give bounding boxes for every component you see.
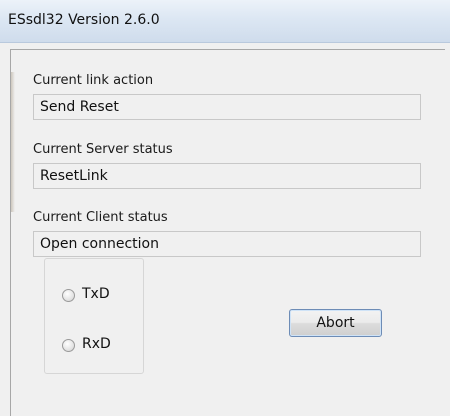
- client-status-value: Open connection: [40, 236, 159, 252]
- link-action-value: Send Reset: [40, 99, 119, 115]
- server-status-label: Current Server status: [33, 142, 173, 157]
- rxd-label: RxD: [82, 336, 111, 352]
- txd-radio[interactable]: TxD: [62, 286, 142, 306]
- dialog-client-area: Current link action Send Reset Current S…: [0, 43, 450, 416]
- rxd-radio-circle-icon[interactable]: [62, 339, 75, 352]
- window-title: ESsdl32 Version 2.6.0: [8, 12, 160, 28]
- server-status-field: ResetLink: [33, 163, 421, 189]
- client-status-field: Open connection: [33, 231, 421, 257]
- server-status-value: ResetLink: [40, 168, 108, 184]
- client-status-label: Current Client status: [33, 210, 168, 225]
- indicator-group: TxD RxD: [44, 258, 144, 374]
- link-action-label: Current link action: [33, 73, 154, 88]
- txd-label: TxD: [82, 286, 110, 302]
- rxd-radio[interactable]: RxD: [62, 336, 142, 356]
- txd-radio-circle-icon[interactable]: [62, 289, 75, 302]
- abort-button[interactable]: Abort: [289, 309, 382, 337]
- window-titlebar[interactable]: ESsdl32 Version 2.6.0: [0, 0, 450, 43]
- panel-edge-shadow: [11, 72, 15, 212]
- link-action-field: Send Reset: [33, 94, 421, 120]
